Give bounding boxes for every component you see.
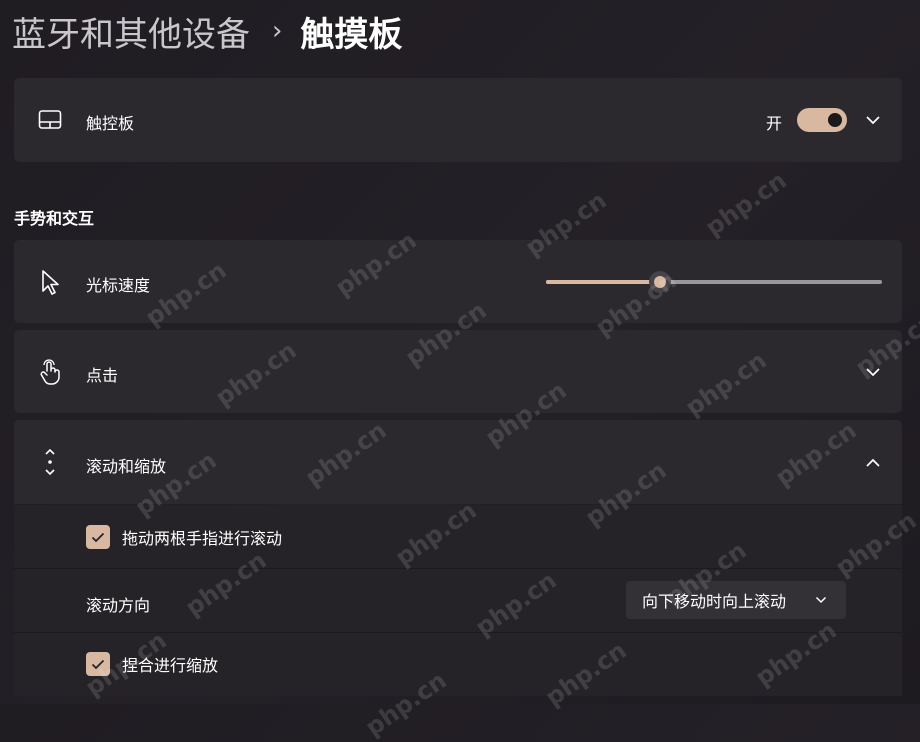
- chevron-down-icon: [814, 593, 828, 607]
- chevron-down-icon[interactable]: [864, 363, 882, 381]
- cursor-speed-label: 光标速度: [86, 276, 151, 295]
- toggle-state-label: 开: [765, 114, 782, 133]
- scroll-direction-dropdown[interactable]: 向下移动时向上滚动: [626, 581, 846, 619]
- watermark-text: php.cn: [700, 166, 792, 242]
- tap-label: 点击: [86, 366, 119, 385]
- touchpad-label: 触控板: [86, 114, 135, 133]
- scroll-direction-row: 滚动方向 向下移动时向上滚动: [14, 569, 902, 632]
- pinch-zoom-label: 捏合进行缩放: [122, 656, 219, 675]
- touchpad-card[interactable]: 触控板 开: [14, 78, 902, 162]
- scroll-zoom-label: 滚动和缩放: [86, 457, 167, 476]
- slider-thumb[interactable]: [649, 271, 672, 293]
- scroll-direction-label: 滚动方向: [86, 596, 151, 615]
- drag-two-fingers-checkbox[interactable]: [86, 525, 110, 549]
- chevron-down-icon[interactable]: [864, 111, 882, 129]
- scroll-icon: [36, 448, 64, 476]
- breadcrumb-parent-link[interactable]: 蓝牙和其他设备: [12, 7, 250, 56]
- breadcrumb-separator: ›: [272, 16, 283, 46]
- chevron-up-icon[interactable]: [864, 454, 882, 472]
- page-title: 触摸板: [300, 14, 403, 55]
- pinch-zoom-checkbox[interactable]: [86, 652, 110, 676]
- tap-hand-icon: [36, 358, 64, 386]
- tap-card[interactable]: 点击: [14, 330, 902, 413]
- cursor-speed-card: 光标速度: [14, 240, 902, 323]
- breadcrumb: 蓝牙和其他设备 › 触摸板: [12, 6, 402, 56]
- scroll-zoom-card[interactable]: 滚动和缩放: [14, 420, 902, 504]
- touchpad-toggle[interactable]: [797, 108, 847, 132]
- slider-fill: [546, 280, 661, 284]
- section-title: 手势和交互: [14, 209, 95, 228]
- pinch-zoom-row: 捏合进行缩放: [14, 633, 902, 696]
- scroll-direction-value: 向下移动时向上滚动: [642, 592, 787, 611]
- cursor-speed-slider[interactable]: [546, 271, 882, 293]
- drag-two-fingers-label: 拖动两根手指进行滚动: [122, 529, 283, 548]
- touchpad-icon: [36, 106, 64, 134]
- drag-two-fingers-row: 拖动两根手指进行滚动: [14, 505, 902, 568]
- toggle-knob: [828, 113, 842, 127]
- cursor-icon: [36, 268, 64, 296]
